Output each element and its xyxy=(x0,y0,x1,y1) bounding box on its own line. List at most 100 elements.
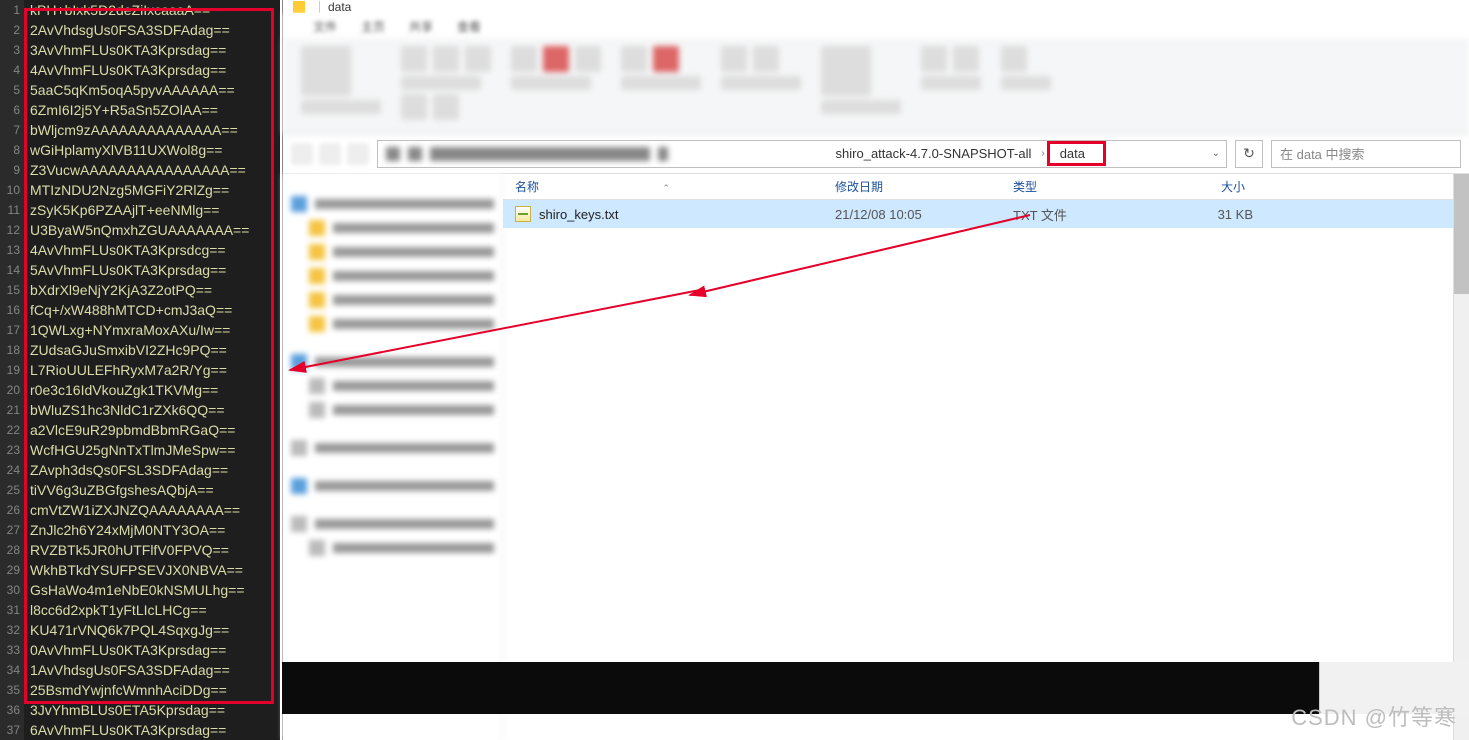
code-text: 6ZmI6I2j5Y+R5aSn5ZOlAA== xyxy=(24,100,218,120)
code-text: U3ByaW5nQmxhZGUAAAAAAA== xyxy=(24,220,249,240)
editor-line[interactable]: 24ZAvph3dsQs0FSL3SDFAdag== xyxy=(0,460,280,480)
code-text: L7RioUULEFhRyxM7a2R/Yg== xyxy=(24,360,227,380)
editor-line[interactable]: 28RVZBTk5JR0hUTFlfV0FPVQ== xyxy=(0,540,280,560)
editor-line[interactable]: 3525BsmdYwjnfcWmnhAciDDg== xyxy=(0,680,280,700)
editor-line[interactable]: 32KU471rVNQ6k7PQL4SqxgJg== xyxy=(0,620,280,640)
window-title: data xyxy=(328,0,351,14)
editor-line[interactable]: 171QWLxg+NYmxraMoxAXu/Iw== xyxy=(0,320,280,340)
editor-line[interactable]: 330AvVhmFLUs0KTA3Kprsdag== xyxy=(0,640,280,660)
line-number: 26 xyxy=(0,500,24,520)
code-text: tiVV6g3uZBGfgshesAQbjA== xyxy=(24,480,214,500)
code-text: RVZBTk5JR0hUTFlfV0FPVQ== xyxy=(24,540,229,560)
editor-line[interactable]: 33AvVhmFLUs0KTA3Kprsdag== xyxy=(0,40,280,60)
editor-line[interactable]: 21bWluZS1hc3NldC1rZXk6QQ== xyxy=(0,400,280,420)
vertical-scrollbar[interactable] xyxy=(1453,174,1469,740)
editor-line[interactable]: 55aaC5qKm5oqA5pyvAAAAAA== xyxy=(0,80,280,100)
window-titlebar[interactable]: data xyxy=(283,0,1469,14)
refresh-button[interactable]: ↻ xyxy=(1235,140,1263,168)
editor-line[interactable]: 1kPH+bIxk5D2deZiIxcaaaA== xyxy=(0,0,280,20)
editor-line[interactable]: 11zSyK5Kp6PZAAjlT+eeNMlg== xyxy=(0,200,280,220)
line-number: 14 xyxy=(0,260,24,280)
search-input[interactable]: 在 data 中搜索 xyxy=(1271,140,1461,168)
editor-line[interactable]: 29WkhBTkdYSUFPSEVJX0NBVA== xyxy=(0,560,280,580)
code-text: 5AvVhmFLUs0KTA3Kprsdag== xyxy=(24,260,226,280)
line-number: 30 xyxy=(0,580,24,600)
editor-line[interactable]: 22a2VlcE9uR29pbmdBbmRGaQ== xyxy=(0,420,280,440)
line-number: 13 xyxy=(0,240,24,260)
file-date: 21/12/08 10:05 xyxy=(835,207,1013,222)
code-text: MTIzNDU2Nzg5MGFiY2RlZg== xyxy=(24,180,229,200)
chevron-down-icon[interactable]: ⌄ xyxy=(1212,148,1220,159)
code-text: WkhBTkdYSUFPSEVJX0NBVA== xyxy=(24,560,243,580)
editor-line[interactable]: 66ZmI6I2j5Y+R5aSn5ZOlAA== xyxy=(0,100,280,120)
column-date[interactable]: 修改日期 xyxy=(835,178,1013,195)
line-number: 34 xyxy=(0,660,24,680)
ribbon-tabs[interactable]: 文件主页共享查看 xyxy=(283,14,1469,38)
editor-line[interactable]: 12U3ByaW5nQmxhZGUAAAAAAA== xyxy=(0,220,280,240)
code-text: fCq+/xW488hMTCD+cmJ3aQ== xyxy=(24,300,232,320)
line-number: 10 xyxy=(0,180,24,200)
forward-button[interactable] xyxy=(319,143,341,165)
editor-line[interactable]: 31l8cc6d2xpkT1yFtLIcLHCg== xyxy=(0,600,280,620)
sort-caret-icon: ⌃ xyxy=(662,183,670,193)
editor-line[interactable]: 15bXdrXl9eNjY2KjA3Z2otPQ== xyxy=(0,280,280,300)
line-number: 31 xyxy=(0,600,24,620)
file-explorer-window: data 文件主页共享查看 xyxy=(282,0,1469,740)
column-headers[interactable]: 名称 ⌃ 修改日期 类型 大小 xyxy=(503,174,1469,200)
editor-line[interactable]: 20r0e3c16IdVkouZgk1TKVMg== xyxy=(0,380,280,400)
line-number: 1 xyxy=(0,0,24,20)
line-number: 21 xyxy=(0,400,24,420)
code-text: 1QWLxg+NYmxraMoxAXu/Iw== xyxy=(24,320,230,340)
file-row[interactable]: shiro_keys.txt 21/12/08 10:05 TXT 文件 31 … xyxy=(503,200,1469,228)
editor-line[interactable]: 26cmVtZW1iZXJNZQAAAAAAAA== xyxy=(0,500,280,520)
back-button[interactable] xyxy=(291,143,313,165)
line-number: 17 xyxy=(0,320,24,340)
nav-arrows[interactable] xyxy=(291,143,369,165)
folder-icon xyxy=(293,1,305,13)
ribbon-toolbar[interactable] xyxy=(283,38,1469,134)
editor-line[interactable]: 22AvVhdsgUs0FSA3SDFAdag== xyxy=(0,20,280,40)
breadcrumb-segment-parent[interactable]: shiro_attack-4.7.0-SNAPSHOT-all xyxy=(828,146,1040,161)
code-text: 4AvVhmFLUs0KTA3Kprsdcg== xyxy=(24,240,226,260)
scrollbar-thumb[interactable] xyxy=(1454,174,1469,294)
editor-line[interactable]: 16fCq+/xW488hMTCD+cmJ3aQ== xyxy=(0,300,280,320)
navigation-sidebar[interactable] xyxy=(283,174,503,740)
line-number: 29 xyxy=(0,560,24,580)
editor-line[interactable]: 7bWljcm9zAAAAAAAAAAAAAA== xyxy=(0,120,280,140)
column-type[interactable]: 类型 xyxy=(1013,178,1163,195)
up-button[interactable] xyxy=(347,143,369,165)
editor-line[interactable]: 145AvVhmFLUs0KTA3Kprsdag== xyxy=(0,260,280,280)
editor-line[interactable]: 134AvVhmFLUs0KTA3Kprsdcg== xyxy=(0,240,280,260)
editor-line[interactable]: 8wGiHplamyXlVB11UXWol8g== xyxy=(0,140,280,160)
editor-line[interactable]: 19L7RioUULEFhRyxM7a2R/Yg== xyxy=(0,360,280,380)
column-size[interactable]: 大小 xyxy=(1163,178,1253,195)
code-text: Z3VucwAAAAAAAAAAAAAAAA== xyxy=(24,160,246,180)
line-number: 33 xyxy=(0,640,24,660)
address-breadcrumb[interactable]: shiro_attack-4.7.0-SNAPSHOT-all › data ⌄ xyxy=(377,140,1227,168)
column-name[interactable]: 名称 ⌃ xyxy=(515,178,835,195)
editor-line[interactable]: 341AvVhdsgUs0FSA3SDFAdag== xyxy=(0,660,280,680)
editor-line[interactable]: 27ZnJlc2h6Y24xMjM0NTY3OA== xyxy=(0,520,280,540)
line-number: 12 xyxy=(0,220,24,240)
code-text: KU471rVNQ6k7PQL4SqxgJg== xyxy=(24,620,229,640)
editor-line[interactable]: 10MTIzNDU2Nzg5MGFiY2RlZg== xyxy=(0,180,280,200)
code-text: wGiHplamyXlVB11UXWol8g== xyxy=(24,140,222,160)
file-type: TXT 文件 xyxy=(1013,205,1163,224)
breadcrumb-segment-current[interactable]: data xyxy=(1047,141,1106,166)
editor-line[interactable]: 25tiVV6g3uZBGfgshesAQbjA== xyxy=(0,480,280,500)
code-text: 3JvYhmBLUs0ETA5Kprsdag== xyxy=(24,700,225,720)
editor-line[interactable]: 363JvYhmBLUs0ETA5Kprsdag== xyxy=(0,700,280,720)
code-text: cmVtZW1iZXJNZQAAAAAAAA== xyxy=(24,500,240,520)
txt-file-icon xyxy=(515,206,531,222)
editor-line[interactable]: 44AvVhmFLUs0KTA3Kprsdag== xyxy=(0,60,280,80)
editor-line[interactable]: 23WcfHGU25gNnTxTlmJMeSpw== xyxy=(0,440,280,460)
editor-line[interactable]: 30GsHaWo4m1eNbE0kNSMULhg== xyxy=(0,580,280,600)
editor-line[interactable]: 18ZUdsaGJuSmxibVI2ZHc9PQ== xyxy=(0,340,280,360)
line-number: 25 xyxy=(0,480,24,500)
editor-line[interactable]: 9Z3VucwAAAAAAAAAAAAAAAA== xyxy=(0,160,280,180)
line-number: 9 xyxy=(0,160,24,180)
code-text: 6AvVhmFLUs0KTA3Kprsdag== xyxy=(24,720,226,740)
code-text: 0AvVhmFLUs0KTA3Kprsdag== xyxy=(24,640,226,660)
editor-line[interactable]: 376AvVhmFLUs0KTA3Kprsdag== xyxy=(0,720,280,740)
separator xyxy=(319,1,320,13)
